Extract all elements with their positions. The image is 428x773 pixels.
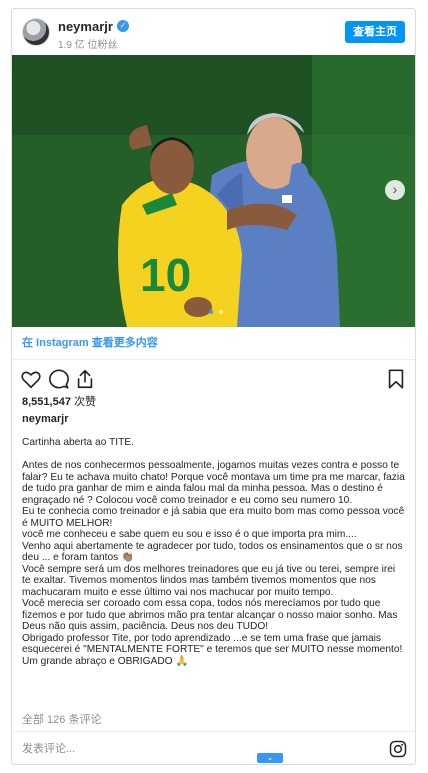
view-all-comments-link[interactable]: 全部 126 条评论	[22, 711, 101, 727]
instagram-link-more: 查看更多内容	[91, 337, 158, 349]
view-profile-button[interactable]: 查看主页	[345, 21, 405, 43]
action-bar	[12, 365, 415, 393]
like-number: 8,551,547	[22, 396, 71, 408]
instagram-link-prefix: 在 Instagram	[22, 337, 89, 349]
chevron-down-icon[interactable]: ⌄	[257, 753, 283, 763]
post-photo[interactable]: 10 ›	[12, 55, 415, 327]
heart-icon[interactable]	[20, 368, 42, 390]
verified-badge-icon: ✓	[117, 20, 129, 32]
post-header: neymarjr ✓ 1.9 亿 位粉丝 查看主页	[12, 9, 415, 55]
carousel-indicator	[208, 301, 224, 319]
photo-illustration: 10	[12, 55, 415, 327]
like-count[interactable]: 8,551,547 次赞	[22, 393, 96, 409]
carousel-dot	[209, 310, 213, 314]
caption-line: você me conheceu e sabe quem eu sou e is…	[22, 529, 357, 540]
caption-line: Antes de nos conhecermos pessoalmente, j…	[22, 460, 405, 506]
caption-line: Eu te conhecia como treinador e já sabia…	[22, 506, 405, 529]
bookmark-icon[interactable]	[385, 368, 407, 390]
carousel-dot	[219, 310, 224, 314]
avatar[interactable]	[22, 18, 50, 46]
like-label: 次赞	[74, 396, 96, 408]
chevron-right-icon[interactable]: ›	[385, 180, 405, 200]
caption-line: Um grande abraço e OBRIGADO 🙏	[22, 655, 189, 667]
instagram-link[interactable]: 在 Instagram 查看更多内容	[12, 328, 415, 360]
post-caption: Cartinha aberta ao TITE. Antes de nos co…	[22, 437, 406, 667]
instagram-logo-icon[interactable]	[389, 740, 407, 758]
follower-count: 1.9 亿 位粉丝	[58, 40, 118, 51]
username[interactable]: neymarjr	[58, 19, 113, 34]
caption-line: Você sempre será um dos melhores treinad…	[22, 563, 396, 598]
caption-line: Você merecia ser coroado com essa copa, …	[22, 598, 398, 632]
comment-input[interactable]	[22, 741, 362, 757]
share-icon[interactable]	[74, 368, 96, 390]
caption-line: Cartinha aberta ao TITE.	[22, 437, 134, 448]
caption-line: Venho aqui abertamente te agradecer por …	[22, 540, 403, 564]
comment-bar	[12, 731, 415, 764]
comment-icon[interactable]	[48, 368, 70, 390]
instagram-embed-card: neymarjr ✓ 1.9 亿 位粉丝 查看主页 10 › 在 Instagr…	[11, 8, 416, 765]
post-author[interactable]: neymarjr	[22, 413, 68, 425]
caption-line: Obrigado professor Tite, por todo aprend…	[22, 632, 403, 656]
jersey-number: 10	[140, 249, 191, 301]
